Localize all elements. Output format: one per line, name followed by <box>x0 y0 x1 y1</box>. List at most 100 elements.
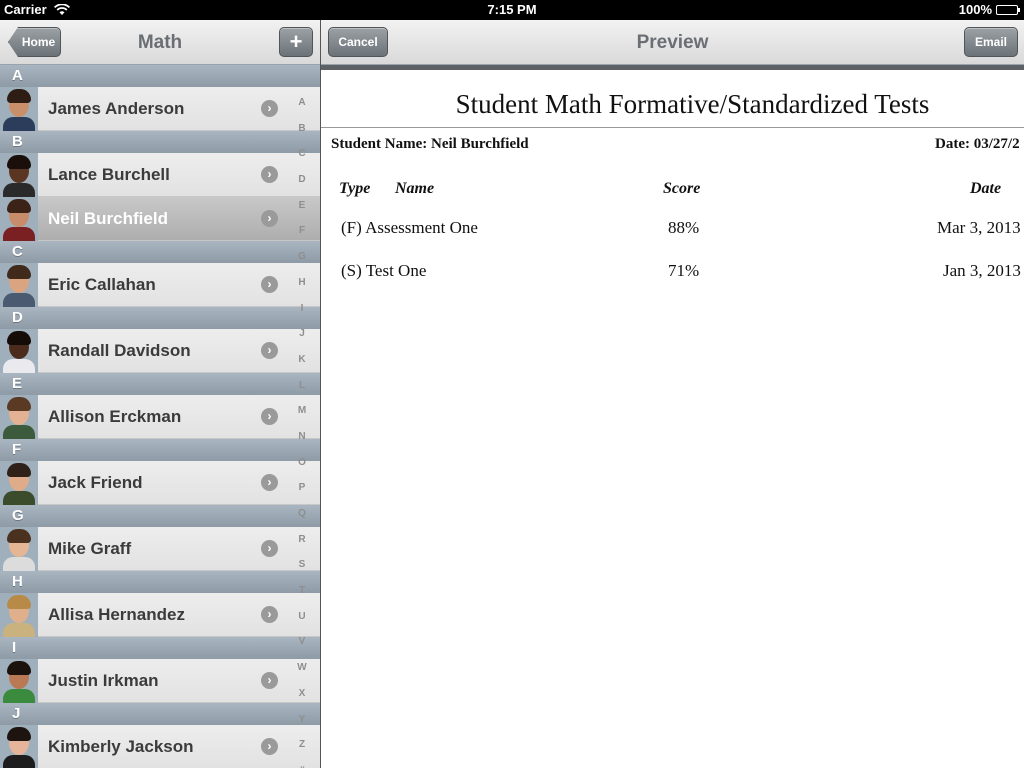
student-row[interactable]: Randall Davidson › <box>0 328 320 373</box>
chevron-right-icon[interactable]: › <box>261 738 278 755</box>
student-photo <box>0 526 38 571</box>
column-header-name: Name <box>395 180 435 197</box>
student-row[interactable]: Eric Callahan › <box>0 262 320 307</box>
index-letter[interactable]: G <box>286 244 318 270</box>
test-name-cell: (S) Test One <box>341 261 427 280</box>
student-row[interactable]: Allisa Hernandez › <box>0 592 320 637</box>
report-title: Student Math Formative/Standardized Test… <box>455 89 930 119</box>
master-navigation-bar: Home Math + <box>0 20 320 65</box>
index-letter[interactable]: N <box>286 424 318 450</box>
index-letter[interactable]: O <box>286 450 318 476</box>
index-letter[interactable]: E <box>286 193 318 219</box>
add-student-button[interactable]: + <box>279 27 313 57</box>
student-list: A James Anderson › B Lance Burchell › Neil Bur… <box>0 65 320 768</box>
index-letter[interactable]: U <box>286 604 318 630</box>
index-letter[interactable]: S <box>286 552 318 578</box>
student-row[interactable]: Mike Graff › <box>0 526 320 571</box>
chevron-right-icon[interactable]: › <box>261 100 278 117</box>
student-row[interactable]: Allison Erckman › <box>0 394 320 439</box>
index-letter[interactable]: Y <box>286 707 318 733</box>
index-letter[interactable]: V <box>286 629 318 655</box>
index-letter[interactable]: X <box>286 681 318 707</box>
index-letter[interactable]: L <box>286 373 318 399</box>
student-photo <box>0 262 38 307</box>
student-photo <box>0 86 38 131</box>
index-letter[interactable]: H <box>286 270 318 296</box>
index-letter[interactable]: T <box>286 578 318 604</box>
section-header-a: A <box>0 65 320 87</box>
student-photo <box>0 460 38 505</box>
student-row[interactable]: Neil Burchfield › <box>0 196 320 241</box>
student-name: Mike Graff <box>48 538 132 558</box>
email-button[interactable]: Email <box>964 27 1018 57</box>
index-letter[interactable]: C <box>286 141 318 167</box>
student-name: Neil Burchfield <box>48 208 168 228</box>
navbar-shadow <box>321 65 1024 70</box>
student-name: Randall Davidson <box>48 340 191 360</box>
student-row[interactable]: Kimberly Jackson › <box>0 724 320 768</box>
chevron-right-icon[interactable]: › <box>261 474 278 491</box>
student-name: Lance Burchell <box>48 164 170 184</box>
chevron-right-icon[interactable]: › <box>261 408 278 425</box>
section-header-e: E <box>0 373 320 395</box>
section-index[interactable]: ABCDEFGHIJKLMNOPQRSTUVWXYZ# <box>286 90 318 768</box>
test-date-cell: Mar 3, 2013 <box>937 218 1021 237</box>
index-letter[interactable]: F <box>286 218 318 244</box>
test-name-cell: (F) Assessment One <box>341 218 478 237</box>
chevron-right-icon[interactable]: › <box>261 276 278 293</box>
battery-indicator: 100% <box>958 2 1020 17</box>
student-list-pane: Home Math + A James Anderson › B Lance Burch… <box>0 20 320 768</box>
student-name: Kimberly Jackson <box>48 736 194 756</box>
student-photo <box>0 724 38 768</box>
student-row[interactable]: Lance Burchell › <box>0 152 320 197</box>
chevron-right-icon[interactable]: › <box>261 540 278 557</box>
test-date-cell: Jan 3, 2013 <box>943 261 1021 280</box>
student-row[interactable]: Justin Irkman › <box>0 658 320 703</box>
index-letter[interactable]: # <box>286 758 318 768</box>
student-photo <box>0 592 38 637</box>
status-bar: Carrier 7:15 PM 100% <box>0 0 1024 20</box>
index-letter[interactable]: B <box>286 116 318 142</box>
student-name: Allisa Hernandez <box>48 604 185 624</box>
column-header-score: Score <box>663 180 701 197</box>
student-name: James Anderson <box>48 98 185 118</box>
index-letter[interactable]: R <box>286 527 318 553</box>
page-title: Math <box>137 32 183 53</box>
chevron-right-icon[interactable]: › <box>261 210 278 227</box>
index-letter[interactable]: J <box>286 321 318 347</box>
index-letter[interactable]: M <box>286 398 318 424</box>
index-letter[interactable]: W <box>286 655 318 681</box>
chevron-right-icon[interactable]: › <box>261 166 278 183</box>
index-letter[interactable]: K <box>286 347 318 373</box>
clock: 7:15 PM <box>487 2 537 17</box>
index-letter[interactable]: D <box>286 167 318 193</box>
index-letter[interactable]: P <box>286 475 318 501</box>
chevron-right-icon[interactable]: › <box>261 672 278 689</box>
student-name: Justin Irkman <box>48 670 159 690</box>
student-photo <box>0 658 38 703</box>
section-header-c: C <box>0 241 320 263</box>
section-header-d: D <box>0 307 320 329</box>
battery-icon <box>996 4 1020 15</box>
student-name-line: Student Name: Neil Burchfield <box>331 136 529 152</box>
column-header-date: Date <box>970 180 1002 197</box>
chevron-right-icon[interactable]: › <box>261 606 278 623</box>
section-header-g: G <box>0 505 320 527</box>
section-header-h: H <box>0 571 320 593</box>
index-letter[interactable]: A <box>286 90 318 116</box>
student-name: Jack Friend <box>48 472 143 492</box>
chevron-right-icon[interactable]: › <box>261 342 278 359</box>
battery-percent: 100% <box>958 2 992 17</box>
student-row[interactable]: James Anderson › <box>0 86 320 131</box>
detail-navigation-bar: Cancel Preview Email <box>321 20 1024 65</box>
test-score-cell: 88% <box>668 218 700 237</box>
section-header-f: F <box>0 439 320 461</box>
index-letter[interactable]: Z <box>286 732 318 758</box>
preview-pane: Cancel Preview Email Student Math Format… <box>321 20 1024 768</box>
index-letter[interactable]: Q <box>286 501 318 527</box>
test-score-cell: 71% <box>668 261 700 280</box>
student-photo <box>0 394 38 439</box>
student-row[interactable]: Jack Friend › <box>0 460 320 505</box>
index-letter[interactable]: I <box>286 296 318 322</box>
column-header-type: Type <box>339 180 371 197</box>
